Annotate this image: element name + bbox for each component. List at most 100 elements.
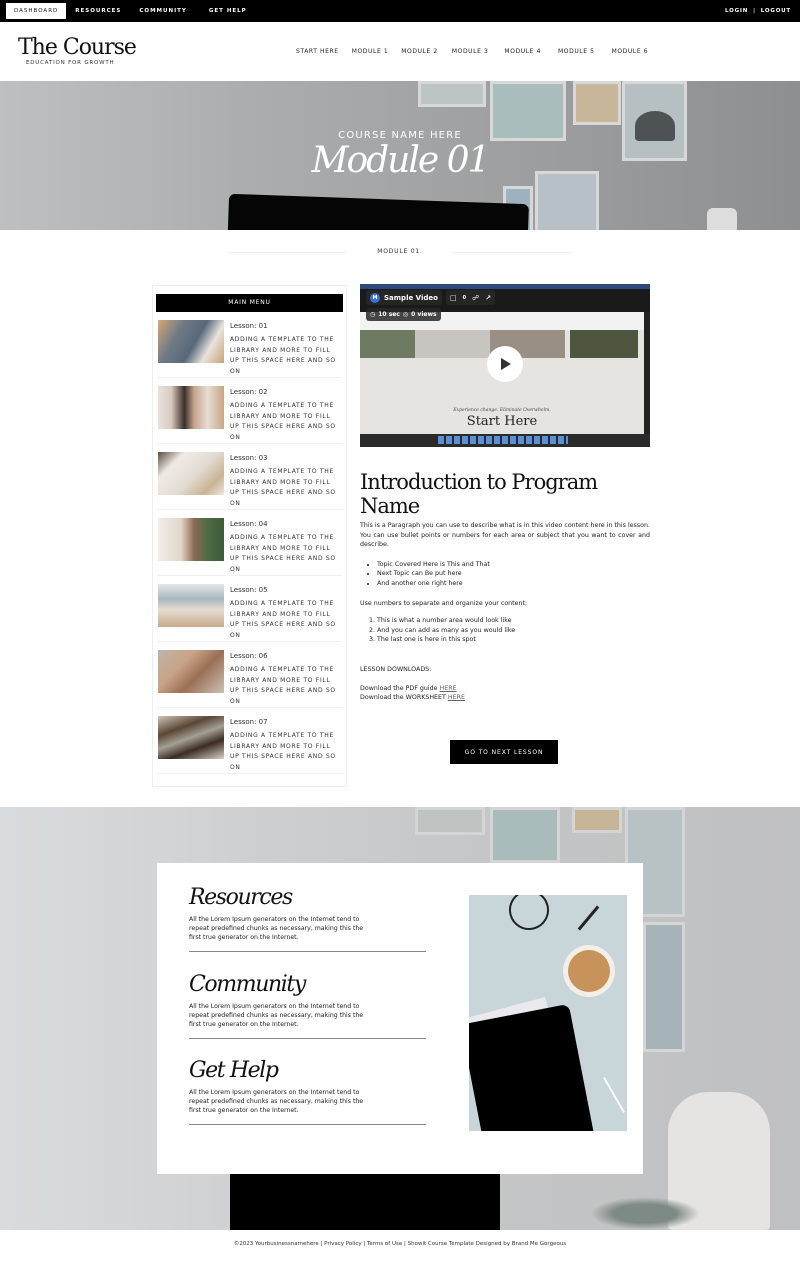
video-preview-subtitle: Experience change. Eliminate Overwhelm. bbox=[453, 408, 551, 413]
lesson-item[interactable]: Lesson: 04 ADDING A TEMPLATE TO THE LIBR… bbox=[157, 510, 342, 576]
hero-title: Module 01 bbox=[311, 140, 491, 181]
lesson-item[interactable]: Lesson: 01 ADDING A TEMPLATE TO THE LIBR… bbox=[157, 312, 342, 378]
video-os-dock bbox=[360, 434, 650, 447]
top-bar: DASHBOARD RESOURCES COMMUNITY GET HELP L… bbox=[0, 0, 800, 22]
divider-line bbox=[189, 1037, 426, 1039]
download-row: Download the PDF guide HERE bbox=[360, 684, 650, 693]
resource-title[interactable]: Community bbox=[189, 972, 426, 997]
lesson-thumbnail bbox=[158, 650, 224, 693]
video-actions: □ 0 ☍ ↗ bbox=[446, 290, 496, 305]
next-lesson-button[interactable]: GO TO NEXT LESSON bbox=[450, 740, 558, 764]
lesson-item[interactable]: Lesson: 03 ADDING A TEMPLATE TO THE LIBR… bbox=[157, 444, 342, 510]
logo-tagline: EDUCATION FOR GROWTH bbox=[26, 60, 115, 66]
lesson-thumbnail bbox=[158, 518, 224, 561]
link-icon[interactable]: ☍ bbox=[472, 294, 479, 302]
lesson-content: Introduction to Program Name This is a P… bbox=[360, 470, 650, 702]
pen-shape bbox=[577, 905, 600, 931]
video-os-menubar bbox=[360, 284, 650, 289]
video-duration: 10 sec bbox=[378, 311, 400, 318]
coffee-cup bbox=[563, 945, 615, 997]
lesson-description: ADDING A TEMPLATE TO THE LIBRARY AND MOR… bbox=[230, 336, 336, 375]
lesson-description: ADDING A TEMPLATE TO THE LIBRARY AND MOR… bbox=[230, 534, 336, 573]
background-frame bbox=[415, 807, 485, 835]
lesson-item[interactable]: Lesson: 05 ADDING A TEMPLATE TO THE LIBR… bbox=[157, 576, 342, 642]
privacy-policy-link[interactable]: Privacy Policy bbox=[324, 1241, 361, 1247]
eye-icon: ◎ bbox=[402, 311, 409, 318]
logout-link[interactable]: LOGOUT bbox=[761, 8, 791, 14]
hero-monitor bbox=[227, 193, 529, 230]
resource-title[interactable]: Get Help bbox=[189, 1058, 426, 1083]
lesson-item[interactable]: Lesson: 06 ADDING A TEMPLATE TO THE LIBR… bbox=[157, 642, 342, 708]
resource-block: Get Help All the Lorem Ipsum generators … bbox=[189, 1058, 426, 1125]
lesson-heading: Introduction to Program Name bbox=[360, 470, 598, 518]
play-button[interactable] bbox=[487, 346, 523, 382]
top-nav-community[interactable]: COMMUNITY bbox=[130, 4, 196, 18]
lesson-item[interactable]: Lesson: 07 ADDING A TEMPLATE TO THE LIBR… bbox=[157, 708, 342, 774]
bullet-item: And another one right here bbox=[377, 579, 650, 589]
lesson-thumbnail bbox=[158, 452, 224, 495]
lesson-description: ADDING A TEMPLATE TO THE LIBRARY AND MOR… bbox=[230, 732, 336, 771]
footer: ©2023 Yourbusinessnamehere | Privacy Pol… bbox=[0, 1241, 800, 1247]
copyright: ©2023 Yourbusinessnamehere bbox=[233, 1241, 319, 1247]
tablet-shape bbox=[469, 1003, 596, 1131]
coffee bbox=[568, 950, 610, 992]
account-links: LOGIN | LOGOUT bbox=[725, 8, 794, 14]
stylus-shape bbox=[603, 1077, 625, 1113]
lesson-description: ADDING A TEMPLATE TO THE LIBRARY AND MOR… bbox=[230, 666, 336, 705]
top-nav-get-help[interactable]: GET HELP bbox=[200, 4, 256, 18]
site-header: The Course EDUCATION FOR GROWTH START HE… bbox=[0, 22, 800, 81]
pdf-guide-link[interactable]: HERE bbox=[440, 685, 457, 692]
video-stats: ◷ 10 sec ◎ 0 views bbox=[366, 308, 441, 321]
clock-icon: ◷ bbox=[370, 311, 376, 318]
numbered-item: This is what a number area would look li… bbox=[377, 616, 650, 626]
lesson-description: ADDING A TEMPLATE TO THE LIBRARY AND MOR… bbox=[230, 468, 336, 507]
video-title[interactable]: Sample Video bbox=[384, 294, 438, 302]
lesson-item[interactable]: Lesson: 02 ADDING A TEMPLATE TO THE LIBR… bbox=[157, 378, 342, 444]
top-nav-resources[interactable]: RESOURCES bbox=[66, 4, 130, 18]
resource-text: All the Lorem Ipsum generators on the In… bbox=[189, 1003, 364, 1029]
nav-module-6[interactable]: MODULE 6 bbox=[612, 48, 649, 55]
comment-icon[interactable]: □ bbox=[450, 294, 457, 302]
bullet-list: Topic Covered Here is This and That Next… bbox=[377, 560, 650, 589]
logo[interactable]: The Course bbox=[18, 35, 137, 60]
downloads-heading: LESSON DOWNLOADS: bbox=[360, 665, 432, 673]
nav-module-4[interactable]: MODULE 4 bbox=[504, 48, 541, 55]
numbered-item: And you can add as many as you would lik… bbox=[377, 626, 650, 636]
login-link[interactable]: LOGIN bbox=[725, 8, 748, 14]
nav-module-2[interactable]: MODULE 2 bbox=[401, 48, 438, 55]
lesson-title: Lesson: 07 bbox=[230, 718, 268, 726]
lesson-title: Lesson: 04 bbox=[230, 520, 268, 528]
designer-credit-link[interactable]: Showit Course Template Designed by Brand… bbox=[408, 1241, 567, 1247]
background-frame bbox=[490, 807, 560, 863]
external-link-icon[interactable]: ↗ bbox=[485, 294, 491, 302]
video-preview-title: Start Here bbox=[466, 414, 538, 429]
terms-link[interactable]: Terms of Use bbox=[367, 1241, 402, 1247]
worksheet-link[interactable]: HERE bbox=[448, 694, 465, 701]
bullet-item: Next Topic can Be put here bbox=[377, 569, 650, 579]
glasses-shape bbox=[501, 895, 557, 938]
lesson-intro: This is a Paragraph you can use to descr… bbox=[360, 522, 650, 549]
module-label: MODULE 01. bbox=[377, 248, 423, 255]
resource-block: Resources All the Lorem Ipsum generators… bbox=[189, 885, 426, 952]
resource-text: All the Lorem Ipsum generators on the In… bbox=[189, 916, 364, 942]
lesson-thumbnail bbox=[158, 716, 224, 759]
video-views: 0 views bbox=[411, 311, 437, 318]
lesson-description: ADDING A TEMPLATE TO THE LIBRARY AND MOR… bbox=[230, 402, 336, 441]
dock-icons bbox=[438, 436, 568, 444]
download-row: Download the WORKSHEET HERE bbox=[360, 693, 650, 702]
nav-module-5[interactable]: MODULE 5 bbox=[558, 48, 595, 55]
top-nav-dashboard[interactable]: DASHBOARD bbox=[6, 3, 67, 19]
resource-title[interactable]: Resources bbox=[189, 885, 426, 910]
resource-block: Community All the Lorem Ipsum generators… bbox=[189, 972, 426, 1039]
divider: | bbox=[753, 8, 756, 14]
main-menu-heading: MAIN MENU bbox=[156, 294, 343, 312]
video-title-badge: M Sample Video bbox=[366, 290, 442, 305]
avatar: M bbox=[370, 292, 380, 303]
lesson-title: Lesson: 01 bbox=[230, 322, 268, 330]
nav-module-1[interactable]: MODULE 1 bbox=[352, 48, 389, 55]
download-label: Download the PDF guide bbox=[360, 684, 440, 692]
nav-start-here[interactable]: START HERE bbox=[296, 48, 339, 55]
numbers-intro: Use numbers to separate and organize you… bbox=[360, 599, 528, 607]
nav-module-3[interactable]: MODULE 3 bbox=[452, 48, 489, 55]
background-frame bbox=[643, 922, 685, 1052]
